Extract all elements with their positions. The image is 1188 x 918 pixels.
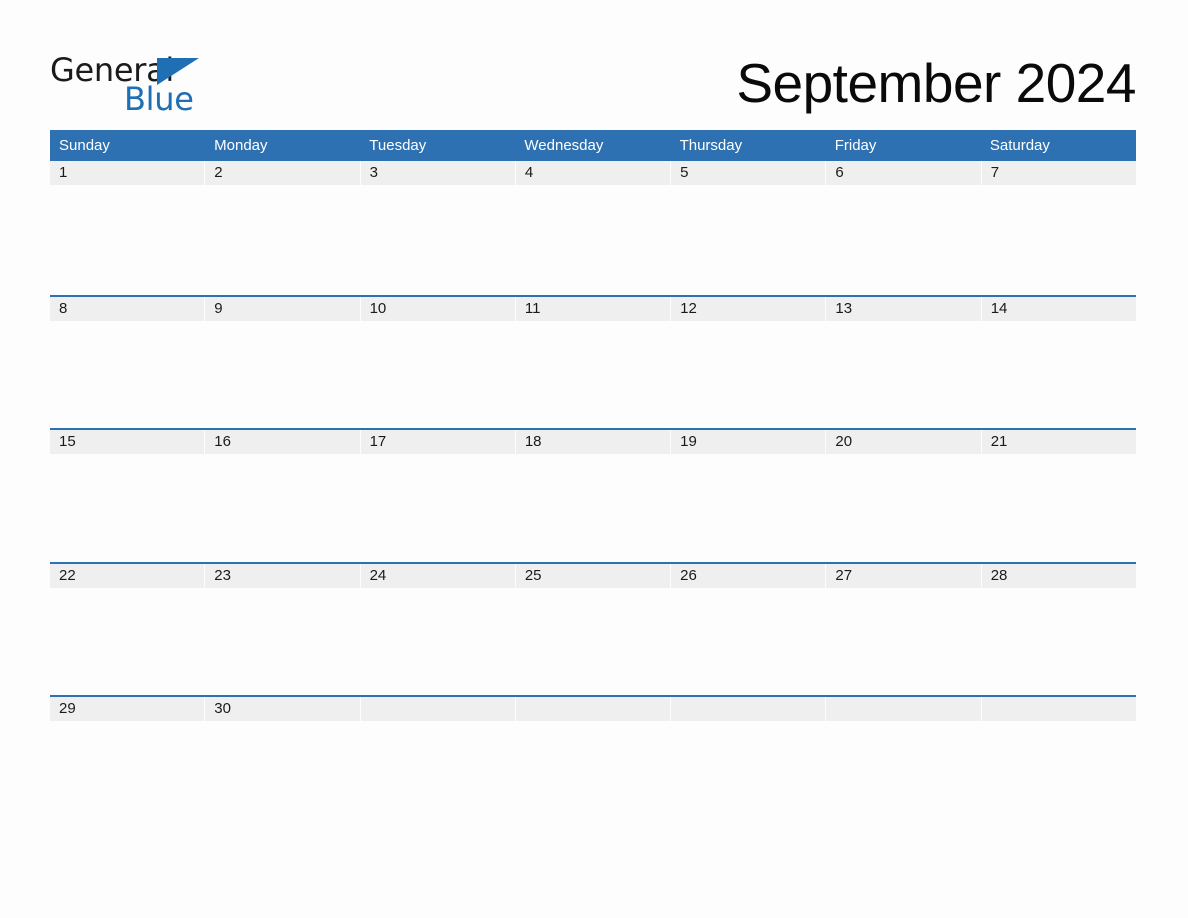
day-event-area[interactable] [516,454,670,561]
weekday-header-friday: Friday [834,137,877,154]
day-cell[interactable]: 24 [360,563,515,588]
week-event-area [50,454,1136,561]
week-date-band: 8 9 10 11 12 13 14 [50,296,1136,321]
calendar-week-row: 29 30 [50,695,1136,829]
day-event-area [516,721,670,828]
day-event-area[interactable] [826,588,980,695]
day-event-area[interactable] [50,321,204,428]
day-event-area[interactable] [50,454,204,561]
weekday-header-monday: Monday [214,137,268,154]
week-date-band: 29 30 [50,697,1136,721]
day-cell[interactable]: 8 [50,296,205,321]
day-event-area[interactable] [361,454,515,561]
week-event-area [50,588,1136,695]
day-cell[interactable]: 2 [205,161,360,185]
week-event-area [50,721,1136,828]
weekday-header-saturday: Saturday [989,137,1050,154]
day-event-area[interactable] [982,454,1136,561]
day-cell[interactable]: 7 [981,161,1136,185]
day-cell[interactable]: 14 [981,296,1136,321]
day-cell[interactable]: 9 [205,296,360,321]
week-date-band: 22 23 24 25 26 27 28 [50,563,1136,588]
day-cell[interactable]: 12 [671,296,826,321]
week-event-area [50,185,1136,292]
day-cell-empty [671,697,826,721]
day-cell[interactable]: 1 [50,161,205,185]
day-cell[interactable]: 25 [515,563,671,588]
weekday-header-tuesday: Tuesday [369,137,427,154]
day-cell[interactable]: 3 [360,161,515,185]
day-event-area[interactable] [205,721,359,828]
day-event-area[interactable] [516,588,670,695]
day-cell[interactable]: 11 [515,296,671,321]
day-event-area[interactable] [205,588,359,695]
day-cell[interactable]: 10 [360,296,515,321]
day-cell[interactable]: 4 [515,161,671,185]
day-event-area[interactable] [671,185,825,292]
day-event-area[interactable] [361,321,515,428]
day-cell[interactable]: 27 [826,563,981,588]
day-cell[interactable]: 20 [826,430,981,454]
day-event-area[interactable] [826,454,980,561]
day-cell[interactable]: 28 [981,563,1136,588]
day-cell[interactable]: 23 [205,563,360,588]
day-event-area[interactable] [982,588,1136,695]
week-date-band: 15 16 17 18 19 20 21 [50,430,1136,454]
weekday-header-row: Sunday Monday Tuesday Wednesday Thursday… [50,130,1136,161]
day-event-area[interactable] [671,454,825,561]
day-cell[interactable]: 18 [515,430,671,454]
day-event-area[interactable] [671,588,825,695]
week-event-area [50,321,1136,428]
calendar-page: General Blue September 2024 Sunday Monda… [0,0,1188,918]
day-cell[interactable]: 13 [826,296,981,321]
day-cell[interactable]: 15 [50,430,205,454]
weekday-header-wednesday: Wednesday [524,137,604,154]
day-cell[interactable]: 19 [671,430,826,454]
day-event-area[interactable] [516,185,670,292]
day-event-area[interactable] [50,721,204,828]
day-event-area[interactable] [826,185,980,292]
week-date-band: 1 2 3 4 5 6 7 [50,161,1136,185]
day-cell[interactable]: 26 [671,563,826,588]
day-event-area [671,721,825,828]
day-event-area[interactable] [50,588,204,695]
day-cell[interactable]: 6 [826,161,981,185]
day-cell[interactable]: 30 [205,697,360,721]
general-blue-logo: General Blue [50,54,250,116]
calendar-week-row: 8 9 10 11 12 13 14 [50,294,1136,429]
day-event-area[interactable] [671,321,825,428]
day-cell[interactable]: 16 [205,430,360,454]
weekday-header-thursday: Thursday [679,137,743,154]
weekday-header-sunday: Sunday [59,137,110,154]
day-cell-empty [826,697,981,721]
day-event-area [361,721,515,828]
day-cell[interactable]: 21 [981,430,1136,454]
day-cell[interactable]: 5 [671,161,826,185]
page-title: September 2024 [736,52,1136,114]
day-event-area[interactable] [982,321,1136,428]
logo-text-blue: Blue [124,80,194,118]
day-cell[interactable]: 22 [50,563,205,588]
day-event-area[interactable] [361,588,515,695]
day-cell[interactable]: 17 [360,430,515,454]
day-event-area[interactable] [826,321,980,428]
day-cell-empty [360,697,515,721]
page-header: General Blue September 2024 [50,48,1136,120]
day-event-area[interactable] [361,185,515,292]
calendar-grid: Sunday Monday Tuesday Wednesday Thursday… [50,130,1136,829]
day-cell[interactable]: 29 [50,697,205,721]
day-event-area[interactable] [205,321,359,428]
calendar-week-row: 22 23 24 25 26 27 28 [50,561,1136,696]
day-event-area[interactable] [205,185,359,292]
day-event-area[interactable] [982,185,1136,292]
calendar-week-row: 15 16 17 18 19 20 21 [50,428,1136,562]
day-cell-empty [515,697,671,721]
day-event-area [982,721,1136,828]
day-cell-empty [981,697,1136,721]
day-event-area[interactable] [50,185,204,292]
day-event-area[interactable] [516,321,670,428]
calendar-week-row: 1 2 3 4 5 6 7 [50,161,1136,295]
day-event-area [826,721,980,828]
day-event-area[interactable] [205,454,359,561]
